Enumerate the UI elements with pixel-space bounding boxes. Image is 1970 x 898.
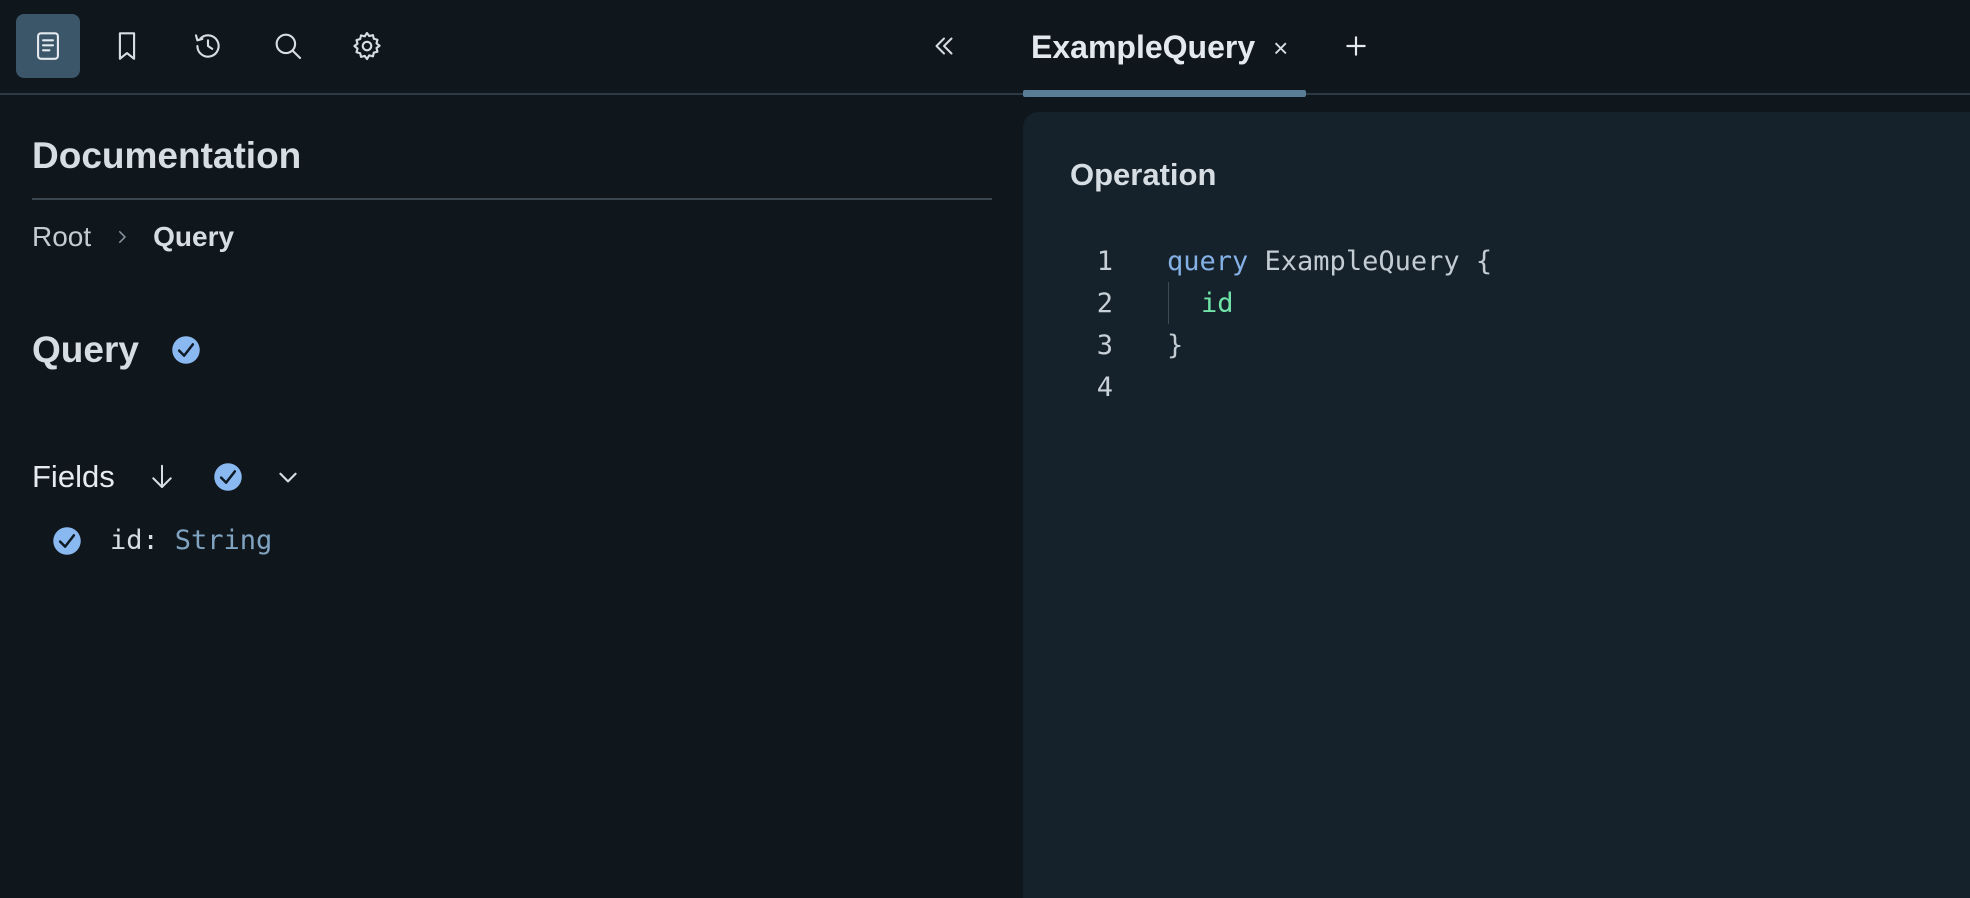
type-name: Query — [32, 329, 139, 370]
tab-close-button[interactable]: × — [1273, 35, 1288, 61]
editor-title: Operation — [1070, 157, 1217, 192]
chevron-right-icon — [113, 228, 131, 246]
breadcrumb-current: Query — [153, 221, 235, 252]
line-number: 1 — [1096, 245, 1113, 277]
code-line: 2 id — [1023, 282, 1970, 324]
field-item: id: String — [52, 525, 272, 556]
documentation-panel: Documentation Root Query Query Fields id… — [0, 97, 1010, 898]
plus-icon — [1346, 36, 1366, 56]
expand-fields-button[interactable] — [275, 464, 301, 490]
operation-editor-panel: Operation 1 query ExampleQuery { 2 id 3 … — [1023, 112, 1970, 898]
code-line: 1 query ExampleQuery { — [1023, 240, 1970, 282]
breadcrumb: Root Query — [32, 221, 234, 253]
bookmark-icon — [118, 32, 136, 60]
top-bar: ExampleQuery × — [0, 0, 1970, 97]
bookmarks-button[interactable] — [95, 14, 159, 78]
arrow-down-icon — [151, 464, 172, 488]
chevron-down-icon — [279, 472, 297, 483]
documentation-title: Documentation — [32, 135, 302, 176]
add-tab-button[interactable] — [1336, 26, 1376, 66]
field-colon: : — [142, 525, 159, 556]
fields-header: Fields — [32, 459, 301, 495]
field-name[interactable]: id — [110, 525, 143, 556]
sort-fields-button[interactable] — [147, 462, 177, 492]
search-icon — [275, 33, 302, 60]
check-badge-icon — [171, 335, 201, 365]
field-type-link[interactable]: String — [175, 525, 273, 556]
document-icon — [37, 32, 59, 60]
search-button[interactable] — [256, 14, 320, 78]
line-content: query ExampleQuery { — [1167, 246, 1492, 277]
history-button[interactable] — [176, 14, 240, 78]
line-number: 4 — [1096, 371, 1113, 403]
history-icon — [194, 34, 220, 58]
field-check-icon[interactable] — [52, 526, 82, 556]
select-all-fields-button[interactable] — [213, 462, 243, 492]
active-tab-indicator — [1023, 90, 1306, 97]
check-badge-icon — [213, 463, 242, 491]
docs-button[interactable] — [16, 14, 80, 78]
documentation-divider — [32, 198, 992, 200]
collapse-panel-button[interactable] — [922, 24, 966, 68]
line-number: 2 — [1096, 287, 1113, 319]
breadcrumb-root-link[interactable]: Root — [32, 221, 91, 253]
keyword-token: query — [1167, 245, 1249, 277]
tab-example-query[interactable]: ExampleQuery × — [1023, 0, 1306, 97]
gear-icon — [353, 31, 381, 61]
code-editor[interactable]: 1 query ExampleQuery { 2 id 3 } 4 — [1023, 240, 1970, 408]
chevrons-left-icon — [935, 37, 953, 55]
code-line: 4 — [1023, 366, 1970, 408]
brace-token: } — [1167, 329, 1184, 361]
line-number: 3 — [1096, 329, 1113, 361]
indent-guide — [1168, 282, 1169, 324]
field-token: id — [1201, 287, 1234, 319]
line-content: id — [1201, 288, 1234, 319]
line-content: } — [1167, 330, 1183, 361]
type-heading: Query — [32, 329, 201, 371]
identifier-token: ExampleQuery { — [1248, 245, 1493, 277]
fields-label: Fields — [32, 459, 115, 494]
settings-button[interactable] — [335, 14, 399, 78]
code-line: 3 } — [1023, 324, 1970, 366]
tab-label: ExampleQuery — [1031, 29, 1256, 65]
